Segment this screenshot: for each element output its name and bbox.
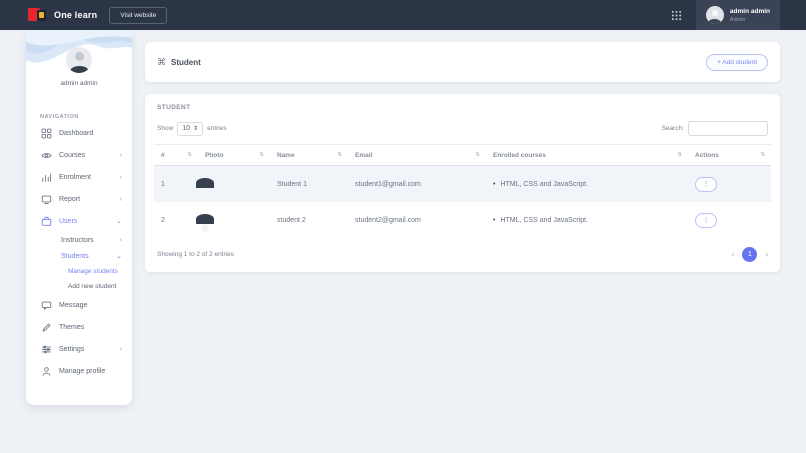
sidebar: admin admin NAVIGATION Dashboard Courses… <box>26 30 132 405</box>
column-header-num[interactable]: #⇅ <box>154 152 198 159</box>
sidebar-item-students[interactable]: Students ⌄ <box>26 248 132 264</box>
students-table: #⇅ Photo⇅ Name⇅ Email⇅ Enrolled courses⇅… <box>154 144 771 238</box>
entries-select[interactable]: 10 ⇕ <box>177 122 203 136</box>
pagination-page-button[interactable]: 1 <box>742 247 757 262</box>
sort-icon: ⇅ <box>677 152 682 158</box>
report-icon <box>40 194 52 205</box>
enrolled-courses: HTML, CSS and JavaScript. <box>500 181 588 188</box>
sidebar-item-message[interactable]: Message <box>26 294 132 316</box>
sort-icon: ⇅ <box>337 152 342 158</box>
enrolled-courses: HTML, CSS and JavaScript. <box>500 217 588 224</box>
profile-name: admin admin <box>26 80 132 87</box>
chevron-right-icon: › <box>120 152 122 159</box>
sidebar-item-courses[interactable]: Courses › <box>26 144 132 166</box>
sidebar-item-themes[interactable]: Themes <box>26 316 132 338</box>
sidebar-item-dashboard[interactable]: Dashboard <box>26 122 132 144</box>
profile-avatar <box>66 47 92 73</box>
column-header-photo[interactable]: Photo⇅ <box>198 152 270 159</box>
sidebar-item-enrolment[interactable]: Enrolment › <box>26 166 132 188</box>
user-name: admin admin <box>730 7 770 17</box>
column-header-name[interactable]: Name⇅ <box>270 152 348 159</box>
sidebar-item-report[interactable]: Report › <box>26 188 132 210</box>
settings-icon <box>40 344 52 355</box>
page-header-card: ⌘ Student + Add student <box>145 42 780 82</box>
sidebar-nav: Dashboard Courses › Enrolment › Report › <box>26 122 132 382</box>
sidebar-item-add-new-student[interactable]: Add new student <box>26 279 132 294</box>
visit-website-button[interactable]: Visit website <box>109 7 167 24</box>
student-email: student1@gmail.com <box>348 181 486 188</box>
dashboard-icon <box>40 128 52 139</box>
app-logo-icon <box>28 8 47 22</box>
nav-section-heading: NAVIGATION <box>26 106 132 122</box>
apps-grid-icon[interactable] <box>671 10 682 21</box>
sort-icon: ⇅ <box>187 152 192 158</box>
brand: One learn <box>28 8 97 22</box>
table-header-row: #⇅ Photo⇅ Name⇅ Email⇅ Enrolled courses⇅… <box>154 145 771 166</box>
column-header-email[interactable]: Email⇅ <box>348 152 486 159</box>
row-number: 2 <box>154 217 198 224</box>
users-icon <box>40 216 52 227</box>
chevron-right-icon: › <box>120 196 122 203</box>
pagination: ‹ 1 › <box>732 247 768 262</box>
sidebar-item-manage-profile[interactable]: Manage profile <box>26 360 132 382</box>
courses-icon <box>40 150 52 161</box>
row-actions-button[interactable]: ⋮ <box>695 177 717 192</box>
topbar: One learn Visit website admin admin Admi… <box>0 0 806 30</box>
sidebar-item-instructors[interactable]: Instructors › <box>26 232 132 248</box>
enrolment-icon <box>40 172 52 183</box>
card-heading: STUDENT <box>154 104 771 111</box>
pagination-prev-button[interactable]: ‹ <box>732 250 735 259</box>
user-role: Admin <box>730 17 770 23</box>
chevron-down-icon: ⌄ <box>116 217 122 225</box>
row-number: 1 <box>154 181 198 188</box>
show-label: Show <box>157 125 173 132</box>
student-name: student 2 <box>270 217 348 224</box>
sidebar-item-manage-students[interactable]: Manage students <box>26 264 132 279</box>
message-icon <box>40 300 52 311</box>
more-icon: ⋮ <box>703 180 710 188</box>
column-header-courses[interactable]: Enrolled courses⇅ <box>486 152 688 159</box>
table-row: 1 Student 1 student1@gmail.com • HTML, C… <box>154 166 771 202</box>
chevron-right-icon: › <box>120 174 122 181</box>
more-icon: ⋮ <box>703 216 710 224</box>
select-arrows-icon: ⇕ <box>193 125 198 132</box>
student-name: Student 1 <box>270 181 348 188</box>
student-email: student2@gmail.com <box>348 217 486 224</box>
bullet-icon: • <box>493 181 495 188</box>
bullet-icon: • <box>493 217 495 224</box>
user-avatar <box>706 6 724 24</box>
sidebar-profile: admin admin <box>26 30 132 106</box>
sort-icon: ⇅ <box>760 152 765 158</box>
search-label: Search: <box>662 125 684 132</box>
table-row: 2 student 2 student2@gmail.com • HTML, C… <box>154 202 771 238</box>
sort-icon: ⇅ <box>475 152 480 158</box>
manage-profile-icon <box>40 366 52 377</box>
sort-icon: ⇅ <box>259 152 264 158</box>
chevron-down-icon: ⌄ <box>116 252 122 260</box>
brand-name: One learn <box>54 10 97 20</box>
chevron-right-icon: › <box>120 237 122 244</box>
pagination-next-button[interactable]: › <box>765 250 768 259</box>
page-title: Student <box>171 58 201 67</box>
sidebar-item-users[interactable]: Users ⌄ <box>26 210 132 232</box>
entries-label: entries <box>207 125 227 132</box>
row-actions-button[interactable]: ⋮ <box>695 213 717 228</box>
column-header-actions[interactable]: Actions⇅ <box>688 152 771 159</box>
student-table-card: STUDENT Show 10 ⇕ entries Search: #⇅ Pho… <box>145 94 780 272</box>
user-menu[interactable]: admin admin Admin <box>696 0 780 30</box>
themes-icon <box>40 322 52 333</box>
chevron-right-icon: › <box>120 346 122 353</box>
table-summary: Showing 1 to 2 of 2 entries <box>157 251 234 258</box>
add-student-button[interactable]: + Add student <box>706 54 768 71</box>
command-icon: ⌘ <box>157 57 166 68</box>
sidebar-item-settings[interactable]: Settings › <box>26 338 132 360</box>
search-input[interactable] <box>688 121 768 136</box>
